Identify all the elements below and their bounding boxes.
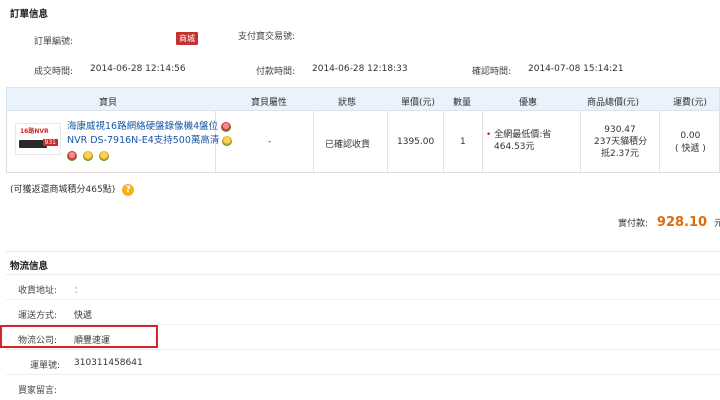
rose-icon [221,121,232,132]
product-title-line2[interactable]: NVR DS-7916N-E4支持500萬高清 [67,135,219,146]
actual-payment: 實付款: 928.10 元 [618,215,720,230]
actual-payment-label: 實付款: [618,219,649,229]
table-row: 16路NVR 931 海康威視16路網絡硬盤錄像機4盤位 NVR DS-7916… [6,111,720,173]
order-table-header: 寶貝 寶貝屬性 狀態 單價(元) 數量 優惠 商品總價(元) 運費(元) [6,87,720,111]
logistics-row-method: 運送方式: 快遞 [6,300,720,325]
th-discount: 優惠 [519,98,538,108]
product-title-link[interactable]: 海康威視16路網絡硬盤錄像機4盤位 NVR DS-7916N-E4支持500萬高… [67,120,233,148]
service-icons [67,151,109,162]
buyer-note-label: 買家留言: [18,386,58,396]
item-discount: • 全網最低價:省 464.53元 [486,130,552,152]
alipay-label: 支付寶交易號: [238,32,296,42]
item-unit-price: 1395.00 [397,137,435,147]
th-status: 狀態 [338,98,357,108]
discount-line2: 464.53元 [494,142,535,152]
item-status: 已確認收貨 [325,140,371,150]
created-value: 2014-06-28 12:14:56 [90,64,186,74]
address-value: ： [74,286,84,296]
item-total: 930.47 237天貓積分 抵2.37元 [594,124,648,160]
logistics-row-tracking: 運單號: 310311458641 [6,350,720,375]
logistics-title: 物流信息 [10,261,49,272]
th-quantity: 數量 [453,98,472,108]
logistics-header: 物流信息 [6,251,720,275]
th-attribute: 寶貝屬性 [251,98,288,108]
shipping-method: ( 快遞 ) [675,144,706,154]
th-total: 商品總價(元) [587,98,640,108]
highlight-box [0,325,158,348]
th-unit-price: 單價(元) [401,98,436,108]
points-note: (可獲返還商城積分465點) ? [10,182,135,196]
method-value: 快遞 [74,311,93,321]
created-label: 成交時間: [34,67,74,77]
paid-value: 2014-06-28 12:18:33 [312,64,408,74]
tulip-icon[interactable] [98,151,109,161]
mall-badge: 商城 [176,32,198,45]
thumb-text: 16路NVR [20,128,49,135]
rose-icon[interactable] [67,151,77,161]
actual-payment-unit: 元 [713,219,720,229]
tracking-value[interactable]: 310311458641 [74,358,143,368]
item-attribute: - [268,137,272,147]
discount-line1: 全網最低價:省 [494,130,552,140]
total-line3: 抵2.37元 [600,149,640,159]
logistics-row-note: 買家留言: [6,375,720,400]
actual-payment-amount: 928.10 [656,215,708,230]
thumb-num: 931 [42,139,58,146]
item-shipping: 0.00 ( 快遞 ) [675,130,706,156]
help-icon[interactable]: ? [122,184,135,196]
tracking-label: 運單號: [30,361,61,371]
th-shipping: 運費(元) [673,98,708,108]
shipping-fee: 0.00 [680,131,701,141]
total-line2: 237天貓積分 [594,137,648,147]
tulip-icon [222,135,233,146]
item-quantity: 1 [460,137,466,147]
order-no-label: 訂單編號: [34,37,74,47]
logistics-row-address: 收貨地址: ： [6,275,720,300]
product-title-line1[interactable]: 海康威視16路網絡硬盤錄像機4盤位 [67,121,218,132]
product-thumbnail[interactable]: 16路NVR 931 [15,123,61,155]
paid-label: 付款時間: [256,67,296,77]
confirmed-label: 確認時間: [472,67,512,77]
total-line1: 930.47 [604,125,636,135]
order-info-title: 訂單信息 [10,9,49,20]
address-label: 收貨地址: [18,286,58,296]
tulip-icon[interactable] [82,151,93,161]
th-item: 寶貝 [99,98,118,108]
method-label: 運送方式: [18,311,58,321]
confirmed-value: 2014-07-08 15:14:21 [528,64,624,74]
